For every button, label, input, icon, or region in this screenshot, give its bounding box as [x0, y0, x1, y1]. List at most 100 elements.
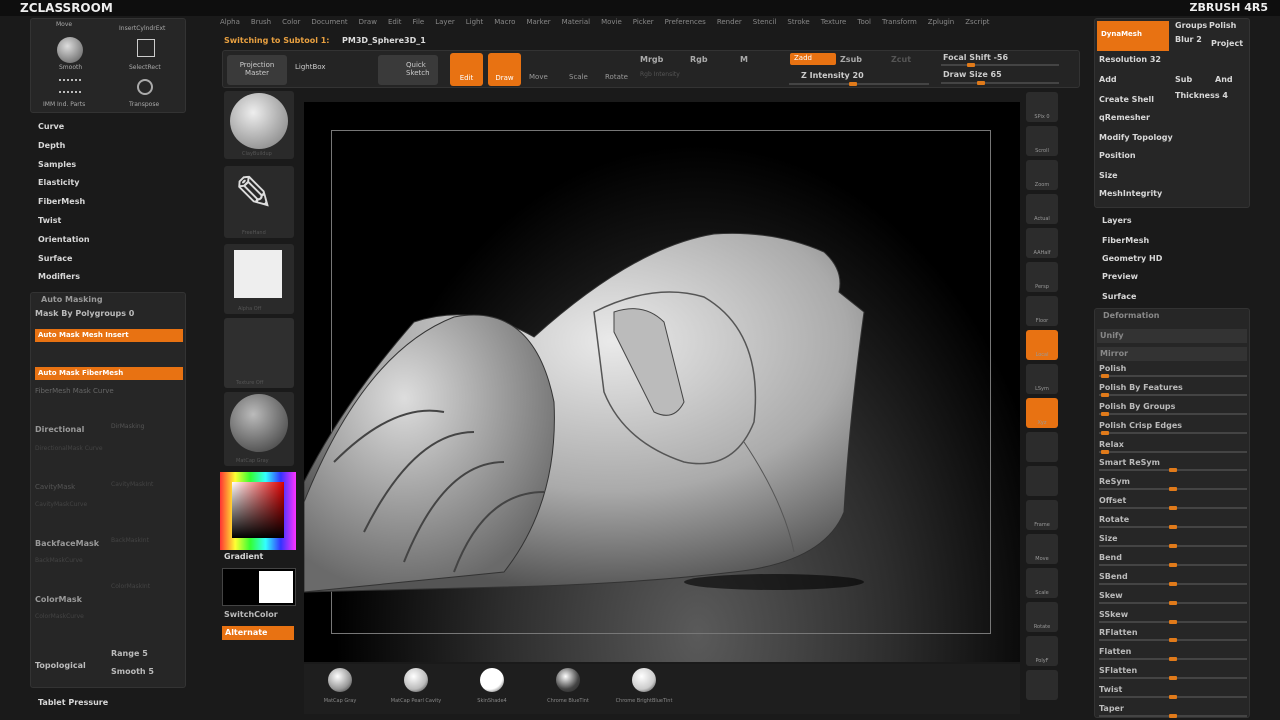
deformation-taper[interactable]: Taper — [1099, 703, 1247, 720]
meshintegrity-item[interactable]: MeshIntegrity — [1099, 189, 1162, 198]
brush-setting-item[interactable]: Depth — [38, 141, 188, 160]
menu-item[interactable]: Edit — [388, 18, 402, 26]
brush-setting-item[interactable]: Modifiers — [38, 272, 188, 291]
imm-icon[interactable] — [59, 79, 81, 93]
stroke-slot[interactable]: ✎ FreeHand — [224, 166, 294, 238]
deformation-resym[interactable]: ReSym — [1099, 476, 1247, 495]
create-shell-button[interactable]: Create Shell — [1099, 95, 1154, 104]
cavity-toggle[interactable]: CavityMask — [35, 483, 75, 491]
focal-shift-slider[interactable]: Focal Shift -56 — [943, 53, 1008, 62]
quick-sketch-button[interactable]: Quick Sketch — [378, 55, 438, 85]
menu-item[interactable]: Movie — [601, 18, 622, 26]
m-button[interactable]: M — [740, 55, 748, 64]
directional-curve[interactable]: DirectionalMask Curve — [35, 445, 103, 452]
fibermesh-mask-curve[interactable]: FiberMesh Mask Curve — [35, 387, 114, 395]
menu-item[interactable]: Zplugin — [928, 18, 954, 26]
deformation-bend[interactable]: Bend — [1099, 552, 1247, 571]
material-shelf-item[interactable]: Chrome BrightBlueTint — [608, 664, 680, 714]
brush-setting-item[interactable]: Samples — [38, 160, 188, 179]
view-tool-button[interactable]: Xyz — [1026, 398, 1058, 428]
draw-size-track[interactable] — [941, 81, 1059, 85]
brush-setting-item[interactable]: Elasticity — [38, 178, 188, 197]
smooth-brush-icon[interactable] — [57, 37, 83, 63]
brush-slot[interactable]: ClayBuildup — [224, 91, 294, 159]
model-sculpt[interactable] — [304, 102, 1020, 662]
brush-setting-item[interactable]: Orientation — [38, 235, 188, 254]
menu-item[interactable]: Alpha — [220, 18, 240, 26]
deformation-rflatten[interactable]: RFlatten — [1099, 627, 1247, 646]
draw-button[interactable]: Draw — [488, 53, 521, 86]
rgb-button[interactable]: Rgb — [690, 55, 708, 64]
menu-item[interactable]: Material — [562, 18, 590, 26]
unify-button[interactable]: Unify — [1097, 329, 1247, 343]
brush-setting-item[interactable]: Curve — [38, 122, 188, 141]
brush-setting-item[interactable]: FiberMesh — [38, 197, 188, 216]
menu-item[interactable]: File — [413, 18, 425, 26]
topological-toggle[interactable]: Topological — [35, 661, 86, 670]
smooth-slider[interactable]: Smooth 5 — [111, 667, 154, 676]
draw-size-slider[interactable]: Draw Size 65 — [943, 70, 1002, 79]
and-button[interactable]: And — [1215, 75, 1233, 84]
directional-toggle[interactable]: Directional — [35, 425, 84, 434]
z-intensity-slider[interactable]: Z Intensity 20 — [801, 71, 864, 80]
deformation-size2[interactable]: Size — [1099, 533, 1247, 552]
brush-setting-item[interactable]: Twist — [38, 216, 188, 235]
view-tool-button[interactable]: Rotate — [1026, 602, 1058, 632]
tablet-pressure-item[interactable]: Tablet Pressure — [38, 698, 108, 707]
auto-mask-fibermesh-toggle[interactable]: Auto Mask FiberMesh — [35, 367, 183, 380]
menu-item[interactable]: Picker — [633, 18, 654, 26]
material-slot[interactable]: MatCap Gray — [224, 392, 294, 466]
fibermesh-item[interactable]: FiberMesh — [1102, 236, 1149, 245]
colormask-curve[interactable]: ColorMaskCurve — [35, 613, 84, 620]
menu-item[interactable]: Tool — [857, 18, 871, 26]
view-tool-button[interactable]: Floor — [1026, 296, 1058, 326]
edit-button[interactable]: Edit — [450, 53, 483, 86]
view-tool-button[interactable] — [1026, 432, 1058, 462]
material-shelf-item[interactable]: MatCap Gray — [304, 664, 376, 714]
menu-item[interactable]: Texture — [821, 18, 847, 26]
color-picker[interactable] — [220, 472, 296, 550]
deformation-polish2[interactable]: Polish — [1099, 363, 1247, 382]
lightbox-button[interactable]: LightBox — [295, 63, 325, 71]
directional-slider[interactable]: DirMasking — [111, 423, 145, 430]
preview-item[interactable]: Preview — [1102, 272, 1138, 281]
view-tool-button[interactable]: Move — [1026, 534, 1058, 564]
dynamesh-button[interactable]: DynaMesh — [1097, 21, 1169, 51]
view-tool-button[interactable] — [1026, 466, 1058, 496]
zsub-button[interactable]: Zsub — [840, 55, 862, 64]
deformation-polish_features[interactable]: Polish By Features — [1099, 382, 1247, 401]
view-tool-button[interactable]: Frame — [1026, 500, 1058, 530]
zcut-button[interactable]: Zcut — [891, 55, 911, 64]
menu-item[interactable]: Stroke — [787, 18, 809, 26]
deformation-polish_crisp[interactable]: Polish Crisp Edges — [1099, 420, 1247, 439]
mrgb-button[interactable]: Mrgb — [640, 55, 663, 64]
position-item[interactable]: Position — [1099, 151, 1136, 160]
backface-toggle[interactable]: BackfaceMask — [35, 539, 99, 548]
deformation-sskew[interactable]: SSkew — [1099, 609, 1247, 628]
view-tool-button[interactable]: Scale — [1026, 568, 1058, 598]
secondary-color-swatch[interactable] — [259, 571, 293, 603]
qremesher-item[interactable]: qRemesher — [1099, 113, 1150, 122]
view-tool-button[interactable]: Persp — [1026, 262, 1058, 292]
backface-curve[interactable]: BackMaskCurve — [35, 557, 83, 564]
menu-item[interactable]: Zscript — [965, 18, 989, 26]
surface-item[interactable]: Surface — [1102, 292, 1136, 301]
rgb-intensity-slider[interactable]: Rgb Intensity — [640, 71, 680, 78]
menu-item[interactable]: Layer — [435, 18, 455, 26]
view-tool-button[interactable]: Actual — [1026, 194, 1058, 224]
move-brush[interactable]: Move — [56, 21, 82, 28]
groups-toggle[interactable]: Groups — [1175, 21, 1207, 30]
menu-item[interactable]: Macro — [494, 18, 515, 26]
deformation-twist[interactable]: Twist — [1099, 684, 1247, 703]
view-tool-button[interactable]: Local — [1026, 330, 1058, 360]
menu-item[interactable]: Stencil — [753, 18, 777, 26]
colormask-slider[interactable]: ColorMaskInt — [111, 583, 150, 590]
menu-item[interactable]: Brush — [251, 18, 271, 26]
move-button[interactable]: Move — [529, 73, 548, 81]
transpose-icon[interactable] — [137, 79, 153, 95]
project-toggle[interactable]: Project — [1211, 39, 1243, 48]
material-shelf-item[interactable]: Chrome BlueTint — [532, 664, 604, 714]
alpha-slot[interactable]: Alpha Off — [224, 244, 294, 314]
thickness-slider[interactable]: Thickness 4 — [1175, 91, 1228, 100]
menu-item[interactable]: Document — [311, 18, 347, 26]
